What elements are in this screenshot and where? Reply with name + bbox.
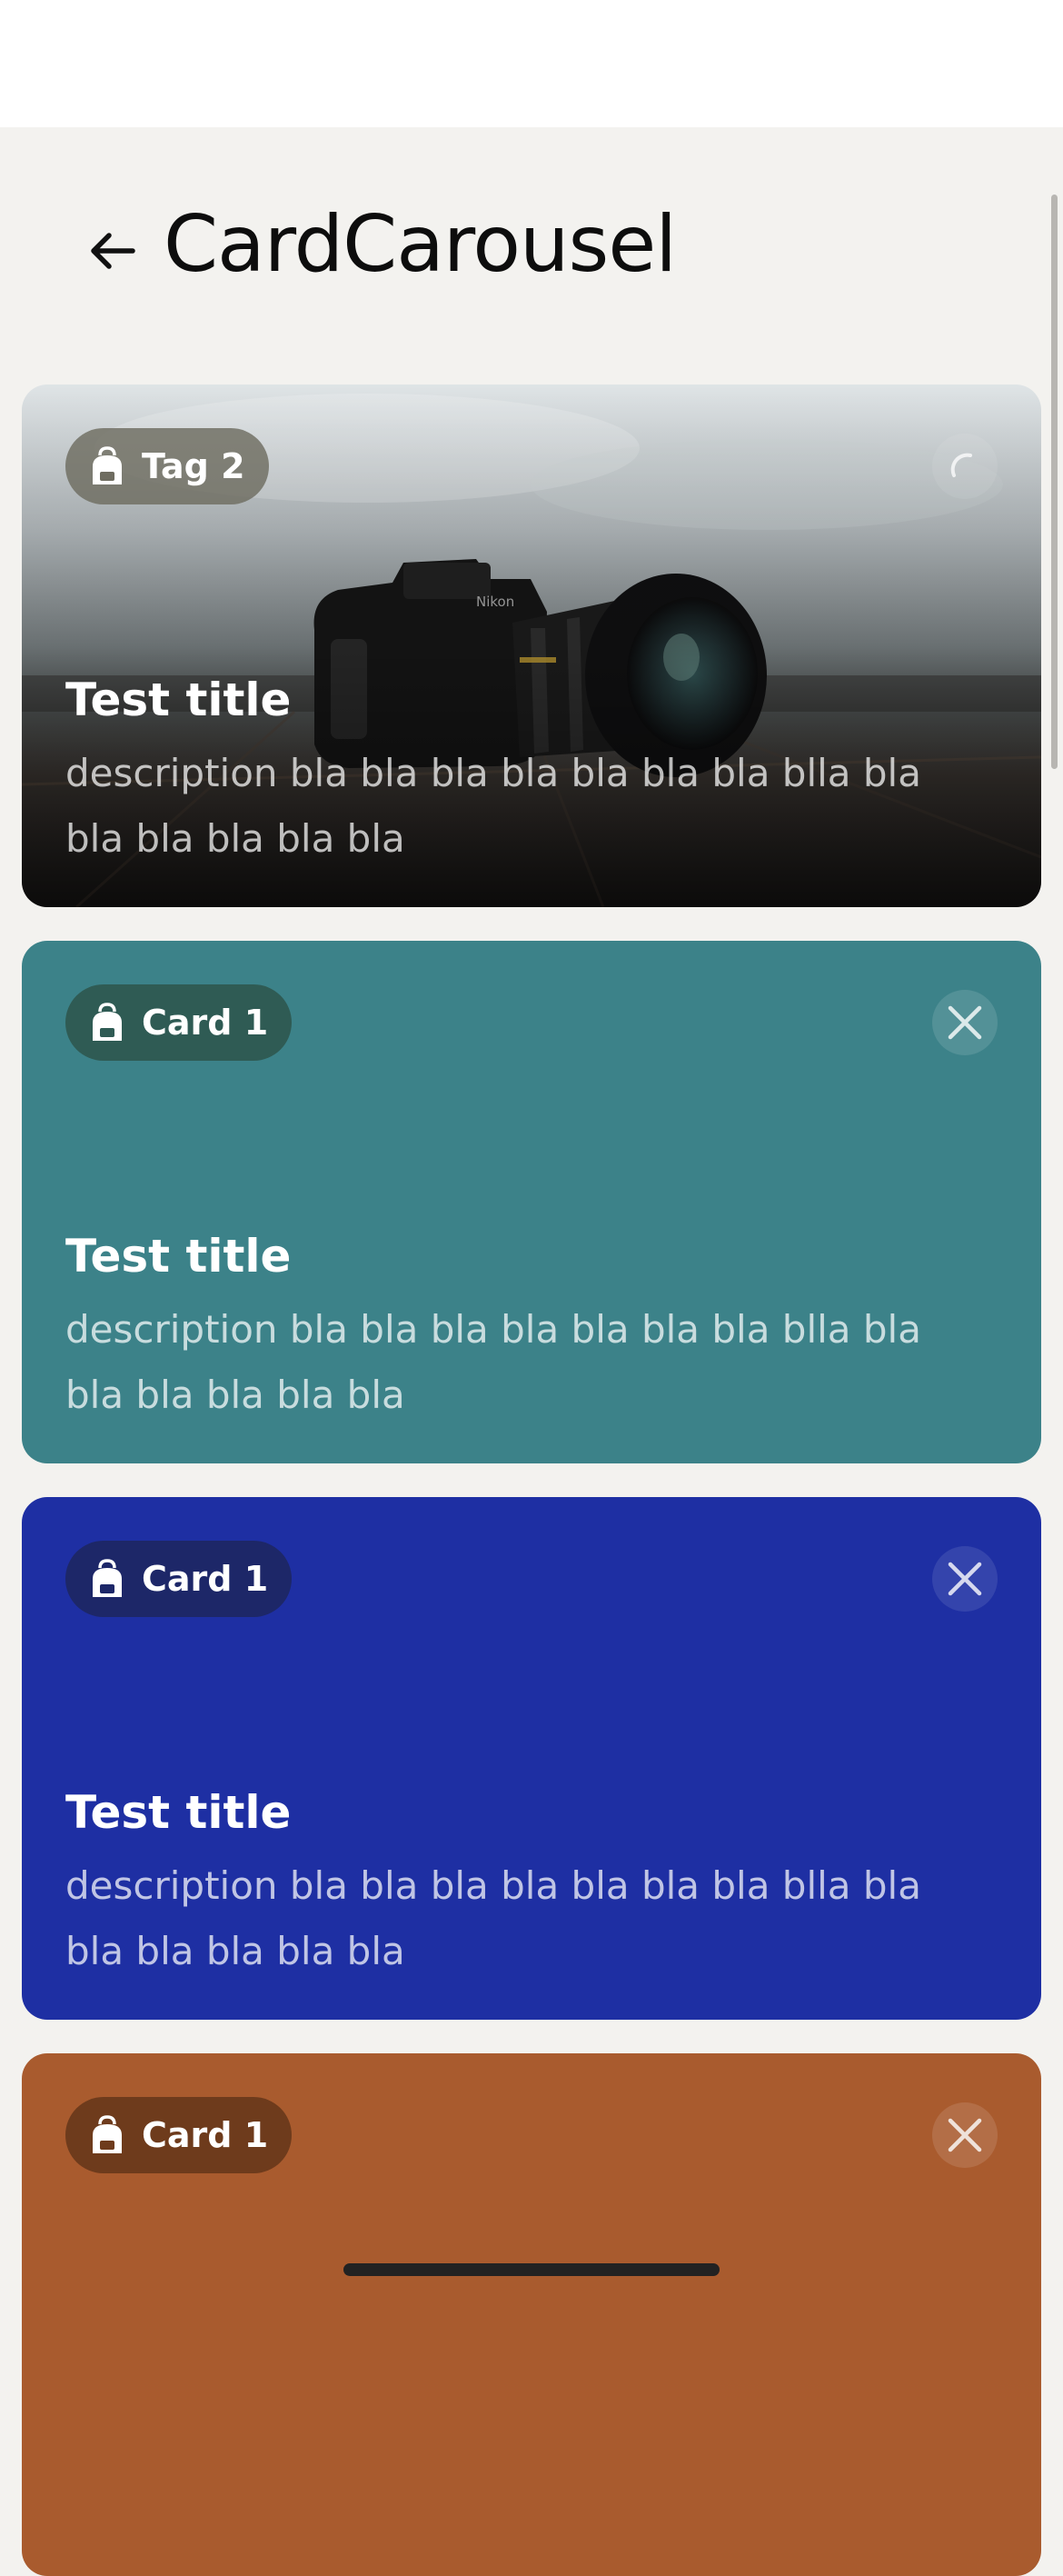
home-indicator[interactable]	[343, 2263, 720, 2276]
card-title: Test title	[65, 1786, 292, 1839]
status-bar	[0, 0, 1063, 127]
card-tag: Tag 2	[65, 428, 269, 504]
loading-button[interactable]	[932, 434, 998, 499]
card-title: Test title	[65, 674, 292, 726]
carousel-card[interactable]: Nikon Tag 2 Test title desc	[22, 384, 1041, 907]
card-description: description bla bla bla bla bla bla bla …	[65, 751, 921, 861]
backpack-icon	[89, 2115, 125, 2155]
arrow-left-icon	[91, 233, 135, 269]
close-button[interactable]	[932, 1546, 998, 1612]
close-icon	[948, 2118, 982, 2152]
card-tag: Card 1	[65, 2097, 293, 2173]
backpack-icon	[89, 1559, 125, 1599]
card-title: Test title	[65, 1230, 292, 1283]
card-tag: Card 1	[65, 984, 293, 1061]
close-button[interactable]	[932, 2102, 998, 2168]
card-description: description bla bla bla bla bla bla bla …	[65, 1307, 921, 1417]
tag-label: Card 1	[142, 1003, 269, 1043]
backpack-icon	[89, 446, 125, 486]
back-button[interactable]	[80, 218, 145, 284]
tag-label: Card 1	[142, 2115, 269, 2155]
tag-label: Tag 2	[142, 446, 245, 486]
scrollbar[interactable]	[1051, 195, 1058, 769]
card-tag: Card 1	[65, 1541, 293, 1617]
tag-label: Card 1	[142, 1559, 269, 1599]
close-icon	[948, 1562, 982, 1596]
carousel-card[interactable]: Card 1 Test title description bla bla bl…	[22, 1497, 1041, 2020]
header: CardCarousel	[0, 127, 1063, 364]
carousel-card[interactable]: Card 1 Test title description bla bla bl…	[22, 941, 1041, 1463]
backpack-icon	[89, 1003, 125, 1043]
carousel-card[interactable]: Card 1	[22, 2053, 1041, 2576]
close-icon	[948, 1005, 982, 1040]
loading-spinner-icon	[950, 453, 972, 477]
card-description: description bla bla bla bla bla bla bla …	[65, 1863, 921, 1973]
close-button[interactable]	[932, 990, 998, 1055]
page-title: CardCarousel	[164, 199, 677, 290]
